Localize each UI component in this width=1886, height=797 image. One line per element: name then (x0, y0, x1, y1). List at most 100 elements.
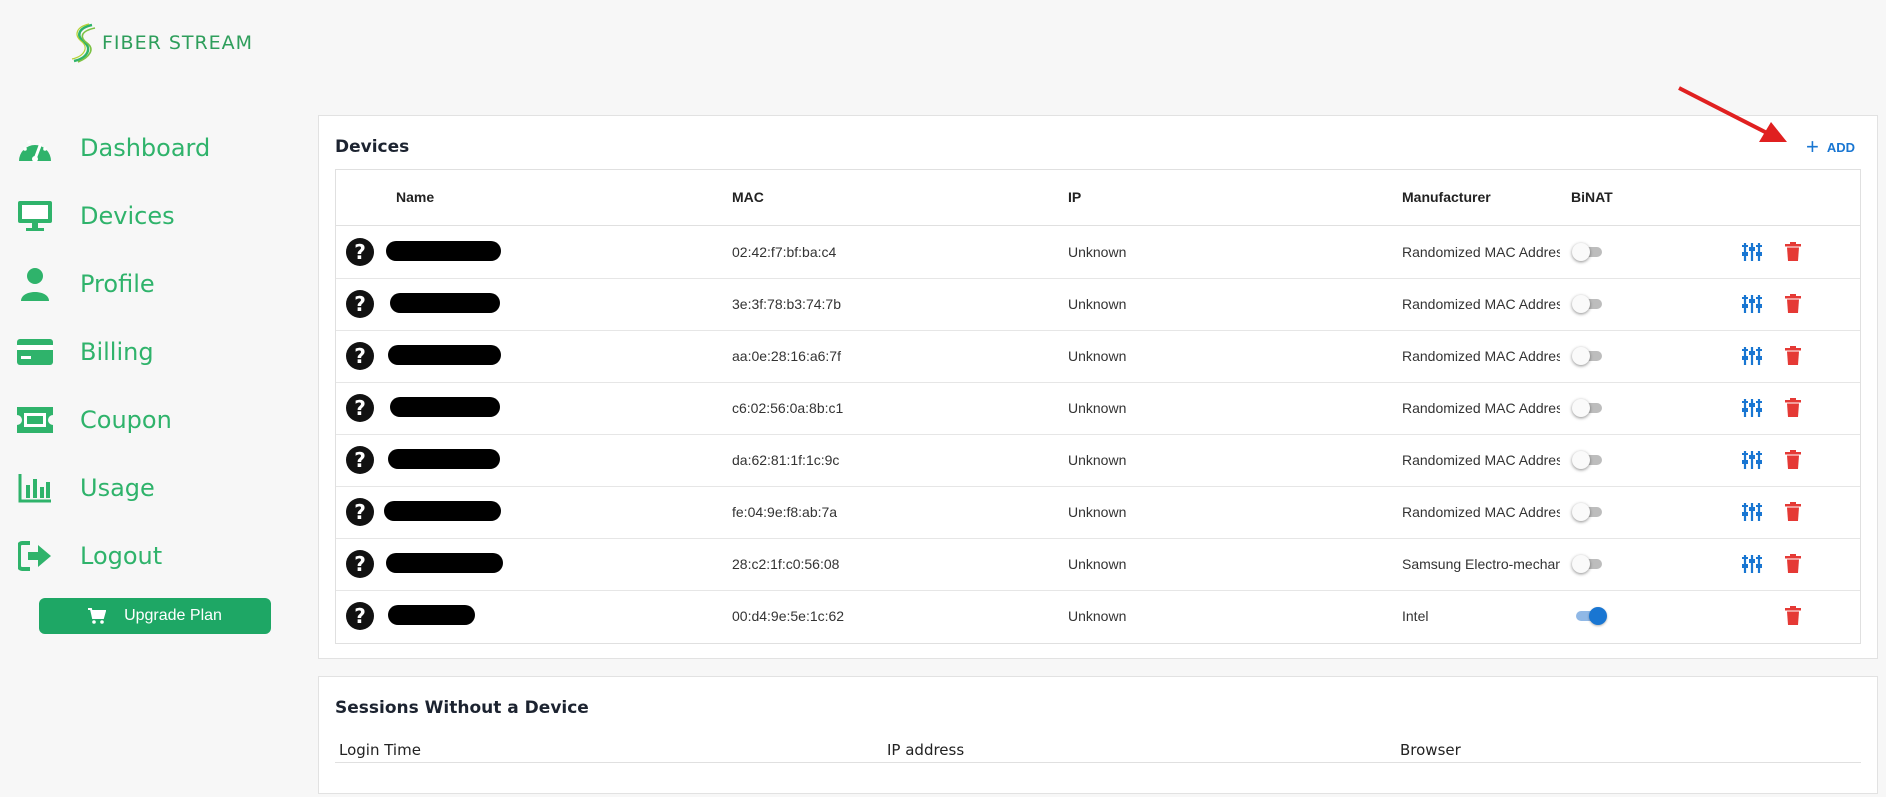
redacted-device-name (388, 345, 501, 365)
sessions-title: Sessions Without a Device (335, 698, 589, 718)
column-header-name[interactable]: Name (396, 189, 434, 205)
delete-icon[interactable] (1785, 242, 1801, 265)
delete-icon[interactable] (1785, 450, 1801, 473)
mac-cell: c6:02:56:0a:8b:c1 (732, 400, 844, 416)
tune-icon[interactable] (1742, 502, 1762, 525)
binat-toggle[interactable] (1572, 347, 1604, 365)
redacted-device-name (388, 605, 475, 625)
manufacturer-cell: Randomized MAC Address (1402, 296, 1560, 312)
table-row[interactable]: ? 3e:3f:78:b3:74:7b Unknown Randomized MAC … (336, 279, 1860, 331)
table-row[interactable]: ? 00:d4:9e:5e:1c:62 Unknown Intel (336, 591, 1860, 643)
table-row[interactable]: ? 02:42:f7:bf:ba:c4 Unknown Randomized MAC … (336, 227, 1860, 279)
sessions-card: Sessions Without a Device Login Time IP … (318, 676, 1878, 794)
question-mark-icon: ? (346, 550, 374, 578)
ip-cell: Unknown (1068, 504, 1127, 520)
binat-toggle[interactable] (1572, 243, 1604, 261)
tune-icon[interactable] (1742, 398, 1762, 421)
sidebar-item-usage[interactable]: Usage (16, 466, 155, 510)
question-mark-icon: ? (346, 602, 374, 630)
brand-logo[interactable]: FIBER STREAM (70, 22, 253, 64)
redacted-device-name (386, 553, 503, 573)
delete-icon[interactable] (1785, 606, 1801, 629)
binat-toggle[interactable] (1572, 399, 1604, 417)
question-mark-icon: ? (346, 290, 374, 318)
delete-icon[interactable] (1785, 554, 1801, 577)
sidebar-item-label: Logout (80, 542, 163, 570)
sidebar-item-label: Profile (80, 270, 155, 298)
mac-cell: 02:42:f7:bf:ba:c4 (732, 244, 837, 260)
fiber-stream-logo-icon (71, 23, 96, 63)
redacted-device-name (390, 293, 500, 313)
manufacturer-cell: Randomized MAC Address (1402, 348, 1560, 364)
table-row[interactable]: ? da:62:81:1f:1c:9c Unknown Randomized MAC … (336, 435, 1860, 487)
person-icon (16, 266, 54, 302)
redacted-device-name (390, 397, 500, 417)
tune-icon[interactable] (1742, 242, 1762, 265)
devices-title: Devices (335, 137, 410, 157)
question-mark-icon: ? (346, 446, 374, 474)
speedometer-icon (16, 130, 54, 166)
redacted-device-name (384, 501, 501, 521)
manufacturer-cell: Randomized MAC Address (1402, 244, 1560, 260)
sidebar-item-logout[interactable]: Logout (16, 534, 162, 578)
column-header-mac[interactable]: MAC (732, 189, 764, 205)
delete-icon[interactable] (1785, 398, 1801, 421)
add-label: ADD (1826, 139, 1855, 155)
question-mark-icon: ? (346, 394, 374, 422)
column-header-ip[interactable]: IP (1068, 189, 1081, 205)
mac-cell: aa:0e:28:16:a6:7f (732, 348, 841, 364)
sidebar-item-label: Billing (80, 338, 154, 366)
plus-icon: + (1805, 134, 1819, 159)
devices-table: Name MAC IP Manufacturer BiNAT ? 02:42:f7… (335, 169, 1861, 644)
sidebar-item-dashboard[interactable]: Dashboard (16, 126, 210, 170)
binat-toggle[interactable] (1572, 295, 1604, 313)
cart-icon (88, 608, 107, 624)
question-mark-icon: ? (346, 498, 374, 526)
upgrade-plan-button[interactable]: Upgrade Plan (39, 598, 271, 634)
tune-icon[interactable] (1742, 554, 1762, 577)
table-row[interactable]: ? fe:04:9e:f8:ab:7a Unknown Randomized MAC … (336, 487, 1860, 539)
tune-icon[interactable] (1742, 346, 1762, 369)
manufacturer-cell: Randomized MAC Address (1402, 504, 1560, 520)
sidebar-item-profile[interactable]: Profile (16, 262, 155, 306)
binat-toggle[interactable] (1572, 503, 1604, 521)
annotation-arrow-icon (1678, 86, 1787, 142)
add-device-button[interactable]: + ADD (1805, 134, 1855, 159)
sidebar-item-devices[interactable]: Devices (16, 194, 175, 238)
delete-icon[interactable] (1785, 346, 1801, 369)
sidebar-item-label: Coupon (80, 406, 172, 434)
sidebar-item-label: Devices (80, 202, 175, 230)
sidebar-item-billing[interactable]: Billing (16, 330, 154, 374)
tune-icon[interactable] (1742, 450, 1762, 473)
binat-toggle[interactable] (1572, 555, 1604, 573)
column-header-binat[interactable]: BiNAT (1571, 189, 1613, 205)
sessions-table-header: Login Time IP address Browser (335, 733, 1861, 763)
brand-name: FIBER STREAM (102, 32, 254, 54)
sidebar-item-label: Dashboard (80, 134, 211, 162)
ip-cell: Unknown (1068, 556, 1127, 572)
table-row[interactable]: ? aa:0e:28:16:a6:7f Unknown Randomized MAC … (336, 331, 1860, 383)
ip-cell: Unknown (1068, 452, 1127, 468)
table-row[interactable]: ? c6:02:56:0a:8b:c1 Unknown Randomized MAC … (336, 383, 1860, 435)
manufacturer-cell: Randomized MAC Address (1402, 400, 1560, 416)
binat-toggle[interactable] (1576, 607, 1607, 625)
sidebar-item-coupon[interactable]: Coupon (16, 398, 172, 442)
question-mark-icon: ? (346, 342, 374, 370)
delete-icon[interactable] (1785, 502, 1801, 525)
manufacturer-cell: Randomized MAC Address (1402, 452, 1560, 468)
column-header-manufacturer[interactable]: Manufacturer (1402, 189, 1491, 205)
manufacturer-cell: Samsung Electro-mechanics (1402, 556, 1560, 572)
question-mark-icon: ? (346, 238, 374, 266)
ip-cell: Unknown (1068, 608, 1127, 624)
logout-icon (16, 538, 54, 574)
table-row[interactable]: ? 28:c2:1f:c0:56:08 Unknown Samsung Electro… (336, 539, 1860, 591)
mac-cell: fe:04:9e:f8:ab:7a (732, 504, 838, 520)
manufacturer-cell: Intel (1402, 608, 1429, 624)
ticket-icon (16, 402, 54, 438)
column-header-browser: Browser (1400, 741, 1461, 759)
tune-icon[interactable] (1742, 294, 1762, 317)
mac-cell: 00:d4:9e:5e:1c:62 (732, 608, 845, 624)
delete-icon[interactable] (1785, 294, 1801, 317)
column-header-ip-address: IP address (887, 741, 965, 759)
binat-toggle[interactable] (1572, 451, 1604, 469)
